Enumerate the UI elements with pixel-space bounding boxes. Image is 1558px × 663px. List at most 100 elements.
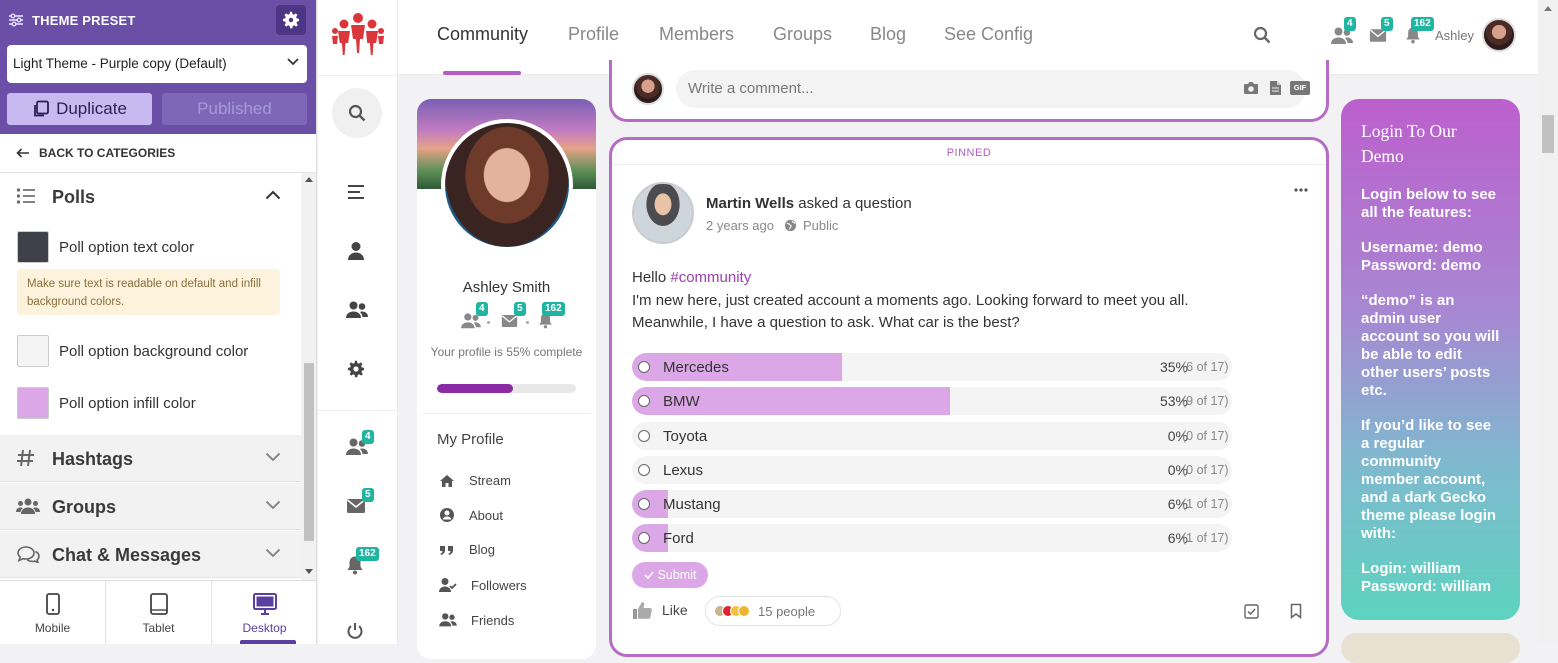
desktop-icon: [252, 593, 277, 615]
poll-option-bar[interactable]: Mercedes 35%: [632, 353, 1232, 381]
color-swatch[interactable]: [17, 231, 49, 263]
poll-option-bar[interactable]: Lexus 0%: [632, 456, 1232, 484]
scroll-down-arrow[interactable]: [305, 569, 313, 574]
poll-option[interactable]: Toyota 0% (0 of 17): [612, 422, 1326, 450]
poll-option-label: Ford: [663, 530, 694, 547]
author-avatar[interactable]: [632, 182, 694, 244]
color-swatch[interactable]: [17, 387, 49, 419]
user-icon[interactable]: [346, 241, 366, 261]
device-mobile-button[interactable]: Mobile: [0, 581, 106, 644]
nav-community[interactable]: Community: [437, 24, 528, 45]
more-options-icon[interactable]: [1294, 188, 1308, 192]
duplicate-button[interactable]: Duplicate: [7, 93, 152, 125]
check-square-icon[interactable]: [1244, 604, 1259, 619]
menu-item-label: Friends: [471, 612, 515, 628]
user-name[interactable]: Ashley: [1435, 28, 1474, 43]
section-groups[interactable]: Groups: [0, 483, 301, 530]
bookmark-icon[interactable]: [1290, 603, 1302, 619]
gear-icon[interactable]: [346, 359, 366, 379]
envelope-icon[interactable]: [501, 314, 518, 328]
poll-option-bar[interactable]: Mustang 6%: [632, 490, 1232, 518]
poll-radio[interactable]: [638, 395, 650, 407]
globe-icon: [784, 219, 797, 232]
poll-submit-button[interactable]: Submit: [632, 562, 708, 588]
poll-text-color-option[interactable]: Poll option text color: [17, 231, 194, 263]
poll-option[interactable]: Mercedes 35% (6 of 17): [612, 353, 1326, 381]
scroll-up-arrow[interactable]: [305, 177, 313, 182]
poll-infill-color-option[interactable]: Poll option infill color: [17, 387, 196, 419]
demo-login: william: [1411, 560, 1462, 577]
profile-menu-followers[interactable]: Followers: [439, 577, 527, 593]
nav-blog[interactable]: Blog: [870, 24, 906, 45]
author-name[interactable]: Martin Wells: [706, 195, 794, 212]
poll-radio[interactable]: [638, 361, 650, 373]
nav-profile[interactable]: Profile: [568, 24, 619, 45]
file-icon[interactable]: [1269, 80, 1282, 96]
section-polls[interactable]: Polls: [0, 173, 301, 220]
settings-button[interactable]: [276, 5, 306, 35]
divider: [318, 410, 398, 411]
poll-option[interactable]: BMW 53% (9 of 17): [612, 387, 1326, 415]
profile-menu-stream[interactable]: Stream: [439, 473, 511, 488]
poll-radio[interactable]: [638, 464, 650, 476]
device-desktop-button[interactable]: Desktop: [212, 581, 316, 644]
groups-icon: [16, 497, 40, 515]
gif-button[interactable]: GIF: [1290, 81, 1310, 95]
post-author-line: Martin Wells asked a question: [706, 195, 912, 212]
poll-option-bar[interactable]: Ford 6%: [632, 524, 1232, 552]
menu-icon[interactable]: [346, 184, 366, 200]
notifications-badge: 162: [1411, 17, 1434, 31]
scrollbar-thumb[interactable]: [304, 363, 314, 541]
device-tablet-button[interactable]: Tablet: [106, 581, 212, 644]
poll-background-color-option[interactable]: Poll option background color: [17, 335, 248, 367]
community-logo-icon[interactable]: [332, 12, 384, 58]
poll-radio[interactable]: [638, 532, 650, 544]
demo-credentials: Username: demo Password: demo: [1361, 239, 1500, 275]
reactions-summary[interactable]: 15 people: [705, 596, 841, 626]
profile-menu-blog[interactable]: Blog: [439, 542, 495, 557]
poll-option[interactable]: Lexus 0% (0 of 17): [612, 456, 1326, 484]
profile-notification-icons: 4 5 162: [461, 302, 571, 334]
poll-radio[interactable]: [638, 430, 650, 442]
camera-icon[interactable]: [1243, 81, 1259, 95]
nav-see-config[interactable]: See Config: [944, 24, 1033, 45]
like-button[interactable]: Like: [632, 600, 688, 620]
poll-option-bar[interactable]: Toyota 0%: [632, 422, 1232, 450]
nav-members[interactable]: Members: [659, 24, 734, 45]
poll-radio[interactable]: [638, 498, 650, 510]
scroll-up-arrow[interactable]: [1544, 6, 1552, 11]
poll-option-count: (9 of 17): [1182, 394, 1229, 408]
post-text-line: I'm new here, just created account a mom…: [632, 291, 1189, 309]
nav-groups[interactable]: Groups: [773, 24, 832, 45]
sidebar-search-button[interactable]: [332, 88, 382, 138]
published-button[interactable]: Published: [162, 93, 307, 125]
back-to-categories-link[interactable]: BACK TO CATEGORIES: [16, 146, 175, 160]
search-icon[interactable]: [1253, 26, 1271, 44]
section-chat-messages[interactable]: Chat & Messages: [0, 531, 301, 578]
post-time[interactable]: 2 years ago: [706, 218, 774, 233]
page-scrollbar[interactable]: [1538, 0, 1558, 644]
poll-option[interactable]: Mustang 6% (1 of 17): [612, 490, 1326, 518]
poll-option[interactable]: Ford 6% (1 of 17): [612, 524, 1326, 552]
avatar[interactable]: [1482, 18, 1516, 52]
scrollbar-thumb[interactable]: [1542, 115, 1554, 153]
members-icon[interactable]: [346, 300, 368, 320]
home-icon: [439, 474, 455, 488]
option-label: Poll option background color: [59, 342, 249, 360]
color-swatch[interactable]: [17, 335, 49, 367]
panel-scrollbar[interactable]: [301, 173, 316, 580]
poll-option-bar[interactable]: BMW 53%: [632, 387, 1232, 415]
section-hashtags[interactable]: Hashtags: [0, 435, 301, 482]
profile-menu-about[interactable]: About: [439, 507, 503, 523]
hashtag-link[interactable]: #community: [670, 269, 751, 286]
gear-icon: [281, 10, 301, 30]
power-icon[interactable]: [346, 622, 364, 640]
demo-admin-note: “demo” is an admin user account so you w…: [1361, 292, 1500, 399]
pinned-label: PINNED: [946, 147, 992, 159]
preset-select[interactable]: Light Theme - Purple copy (Default): [7, 45, 307, 83]
comment-input[interactable]: Write a comment...: [676, 70, 1306, 108]
profile-avatar[interactable]: [441, 119, 573, 251]
profile-menu-friends[interactable]: Friends: [439, 612, 514, 628]
profile-name[interactable]: Ashley Smith: [417, 279, 596, 296]
friends-badge: 4: [476, 302, 488, 316]
